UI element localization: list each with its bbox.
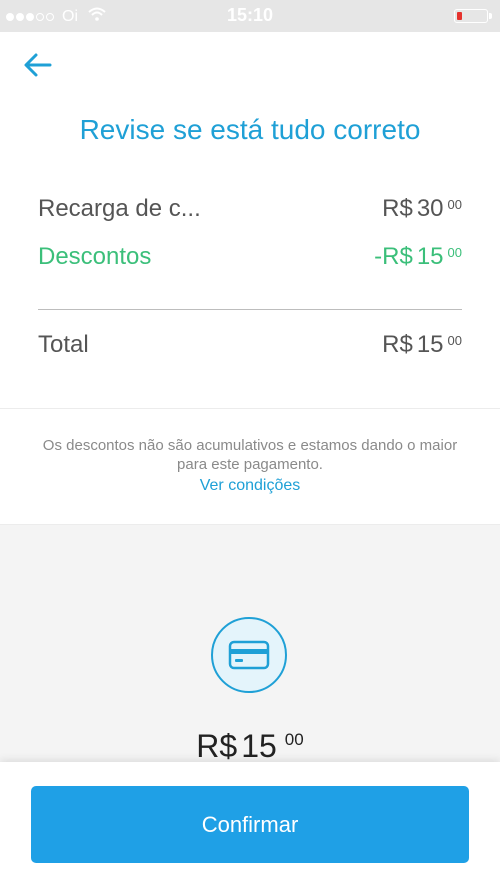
recharge-currency: R$ [382,195,413,222]
total-label: Total [38,331,89,358]
view-conditions-link[interactable]: Ver condições [40,476,460,495]
recharge-label: Recarga de c... [38,195,201,222]
total-value: R$ 15 00 [382,331,462,359]
page-title: Revise se está tudo correto [79,114,421,145]
battery-cap [489,13,492,19]
payment-currency: R$ [196,728,238,764]
notice-text: Os descontos não são acumulativos e esta… [42,437,458,473]
discount-amount: 15 [416,243,444,270]
confirm-button[interactable]: Confirmar [31,786,469,863]
payment-method-button[interactable] [211,617,287,693]
recharge-cents: 00 [447,197,462,212]
recharge-amount: 30 [416,195,444,222]
discount-row: Descontos -R$ 15 00 [38,243,462,271]
arrow-left-icon [24,53,52,77]
total-row: Total R$ 15 00 [38,331,462,359]
battery-level [457,12,462,20]
recharge-value: R$ 30 00 [382,195,462,223]
back-button[interactable] [22,50,54,80]
payment-amount: R$ 15 00 [0,728,500,765]
credit-card-icon [228,640,270,670]
recharge-row: Recarga de c... R$ 30 00 [38,195,462,223]
discount-value: -R$ 15 00 [374,243,462,271]
total-cents: 00 [447,333,462,348]
section-divider [0,408,500,409]
summary-divider [38,309,462,310]
battery-icon [454,9,492,23]
discount-cents: 00 [447,245,462,260]
payment-amount-value: 15 [241,728,277,764]
screen: Oi 15:10 Revise se está tudo correto Rec… [0,0,500,887]
status-time: 15:10 [226,5,274,25]
discount-label: Descontos [38,243,152,270]
discount-currency: -R$ [374,243,413,270]
payment-cents: 00 [284,730,304,749]
total-amount: 15 [416,331,444,358]
status-bar: Oi 15:10 [0,0,500,32]
discount-notice: Os descontos não são acumulativos e esta… [40,436,460,495]
total-currency: R$ [382,331,413,358]
